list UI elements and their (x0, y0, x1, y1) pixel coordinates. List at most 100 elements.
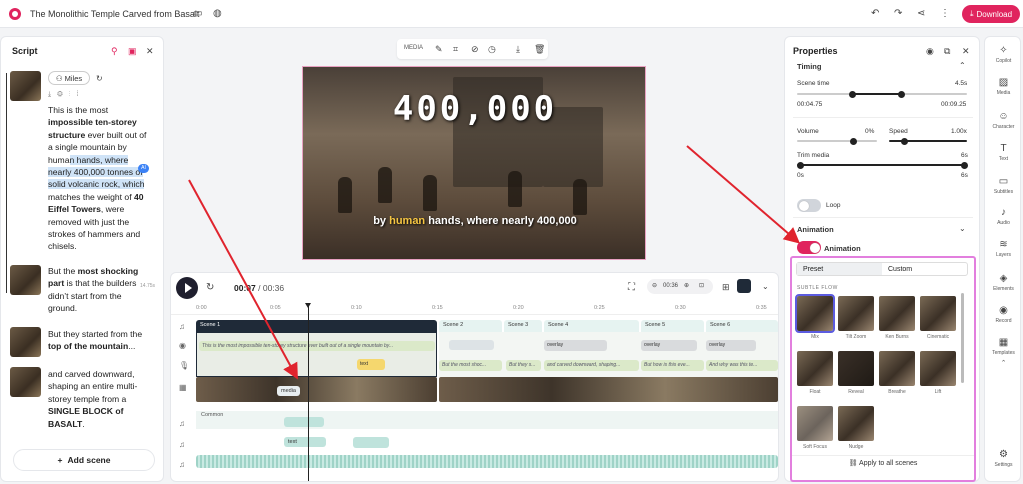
caption-clip[interactable]: This is the most impossible ten-storey s… (199, 341, 435, 351)
rail-character[interactable]: ☺ Character (985, 111, 1022, 130)
scene-1-actions[interactable]: ⤓⚙⋮⁞ (48, 91, 84, 99)
video-clip-strip[interactable] (196, 377, 437, 402)
fullscreen-icon[interactable]: ⛶ (628, 283, 635, 293)
app-logo-icon[interactable] (9, 8, 21, 20)
captions-toggle-icon[interactable] (737, 279, 751, 293)
trim-end-handle[interactable] (961, 161, 968, 169)
more-small-icon[interactable]: ⋮ (69, 91, 77, 98)
trim-start-handle[interactable] (797, 161, 804, 169)
rail-settings[interactable]: ⚙ Settings (985, 449, 1022, 468)
loop-icon[interactable]: ↻ (206, 283, 214, 293)
tab-custom[interactable]: Custom (882, 263, 967, 275)
speed-handle[interactable] (901, 137, 908, 145)
scene-3-text[interactable]: But they started from the top of the mou… (48, 328, 153, 353)
audio-text-clip[interactable]: text (284, 437, 326, 447)
edit-icon[interactable]: ✎ (435, 44, 443, 54)
scene-1-thumbnail[interactable] (10, 71, 41, 101)
apply-all-button[interactable]: ⛓ Apply to all scenes (792, 459, 974, 467)
timeline-scene-6[interactable]: Scene 6 (706, 320, 778, 332)
delete-icon[interactable]: 🗑 (534, 44, 545, 54)
project-title[interactable]: The Monolithic Temple Carved from Basalt (30, 9, 199, 19)
scene-1-text[interactable]: This is the most impossible ten-storey s… (48, 104, 153, 253)
caption-clip[interactable]: and carved downward, shaping... (544, 360, 639, 371)
rail-media[interactable]: ▨ Media (985, 77, 1022, 96)
zoom-control[interactable]: ⊖ 00:36 ⊕ ⊡ (647, 279, 713, 294)
timeline-scene-1[interactable]: Scene 1 (196, 320, 437, 332)
overlay-clip[interactable]: overlay (706, 340, 756, 351)
range-start-handle[interactable] (849, 90, 856, 98)
rail-subtitles[interactable]: ▭ Subtitles (985, 176, 1022, 195)
caption-clip[interactable]: But they s... (506, 360, 541, 371)
duplicate-icon[interactable]: ⧉ (944, 46, 950, 56)
globe-icon[interactable]: ◍ (213, 9, 222, 19)
overlay-big-number[interactable]: 400,000 (303, 89, 645, 129)
collapse-icon[interactable]: ⌄ (762, 282, 769, 292)
preset-cinematic[interactable] (920, 296, 956, 331)
voice-clip[interactable] (449, 340, 494, 350)
preset-ken-burns[interactable] (879, 296, 915, 331)
preset-reveal[interactable] (838, 351, 874, 386)
scene-4-thumbnail[interactable] (10, 367, 41, 397)
pin-icon[interactable]: ⚲ (111, 46, 118, 56)
loop-toggle[interactable] (797, 199, 821, 212)
scene-2-thumbnail[interactable] (10, 265, 41, 295)
rail-layers[interactable]: ≋ Layers (985, 239, 1022, 258)
clock-icon[interactable]: ◷ (488, 44, 496, 54)
timeline-scene-4[interactable]: Scene 4 (544, 320, 639, 332)
preset-float[interactable] (797, 351, 833, 386)
scene-1-block[interactable] (196, 332, 437, 377)
time-ruler[interactable]: 0:00 0:05 0:10 0:15 0:20 0:25 0:30 0:35 (171, 303, 778, 315)
preset-tilt-zoom[interactable] (838, 296, 874, 331)
rail-record[interactable]: ◉ Record (985, 305, 1022, 324)
media-chip[interactable]: media (277, 386, 300, 396)
animation-toggle[interactable] (797, 241, 821, 254)
actor-selector[interactable]: ⚇ Miles (48, 71, 90, 85)
close-properties-icon[interactable]: ✕ (962, 46, 970, 56)
rail-templates[interactable]: ▦ Templates (985, 337, 1022, 356)
volume-slider[interactable] (797, 140, 877, 142)
text-clip[interactable]: text (357, 359, 385, 370)
caption-clip[interactable]: But how is this eve... (641, 360, 704, 371)
scene-2-text[interactable]: But the most shocking part is that the b… (48, 265, 153, 315)
timing-collapse-icon[interactable]: ⌃ (959, 61, 966, 71)
preset-soft-focus[interactable] (797, 406, 833, 441)
more-icon[interactable]: ⋮ (940, 9, 950, 19)
rail-more-chevron-icon[interactable]: ⌃ (985, 359, 1022, 367)
fit-icon[interactable]: ⊡ (699, 282, 704, 289)
drag-handle-icon[interactable]: ⁞ (77, 91, 85, 98)
animation-section[interactable]: Animation (797, 225, 834, 234)
preset-mix[interactable] (795, 294, 835, 333)
overlay-clip[interactable]: overlay (641, 340, 697, 351)
link-icon[interactable]: ⊘ (471, 44, 479, 54)
video-caption[interactable]: by human hands, where nearly 400,000 (303, 215, 645, 227)
scene-3-thumbnail[interactable] (10, 327, 41, 357)
media-icon[interactable]: ▣ (128, 46, 137, 56)
visibility-icon[interactable]: ◉ (926, 46, 934, 56)
play-button[interactable] (176, 277, 198, 299)
share-icon[interactable]: ⋖ (917, 9, 925, 19)
preset-lift[interactable] (920, 351, 956, 386)
preset-nudge[interactable] (838, 406, 874, 441)
preset-breathe[interactable] (879, 351, 915, 386)
timeline-scene-2[interactable]: Scene 2 (439, 320, 502, 332)
timeline-scene-3[interactable]: Scene 3 (504, 320, 542, 332)
video-preview[interactable]: 400,000 by human hands, where nearly 400… (302, 66, 646, 260)
redo-icon[interactable]: ↷ (894, 9, 902, 19)
scene-4-text[interactable]: and carved downward, shaping an entire m… (48, 368, 153, 430)
sfx-clip[interactable] (353, 437, 389, 448)
playhead[interactable] (305, 303, 311, 481)
range-end-handle[interactable] (898, 90, 905, 98)
caption-clip[interactable]: But the most shoc... (439, 360, 502, 371)
rail-elements[interactable]: ◈ Elements (985, 273, 1022, 292)
zoom-in-icon[interactable]: ⊕ (684, 282, 689, 289)
timeline-scene-5[interactable]: Scene 5 (641, 320, 704, 332)
animation-collapse-icon[interactable]: ⌄ (959, 224, 966, 234)
rail-text[interactable]: T Text (985, 143, 1022, 162)
undo-icon[interactable]: ↶ (871, 9, 879, 19)
screen-icon[interactable]: ▭ (193, 9, 202, 19)
download-small-icon[interactable]: ⤓ (48, 91, 57, 98)
add-track-icon[interactable]: ⊞ (722, 282, 730, 292)
video-clip-strip[interactable] (439, 377, 778, 402)
caption-clip[interactable]: And why was this te... (706, 360, 778, 371)
close-icon[interactable]: ✕ (146, 46, 154, 56)
